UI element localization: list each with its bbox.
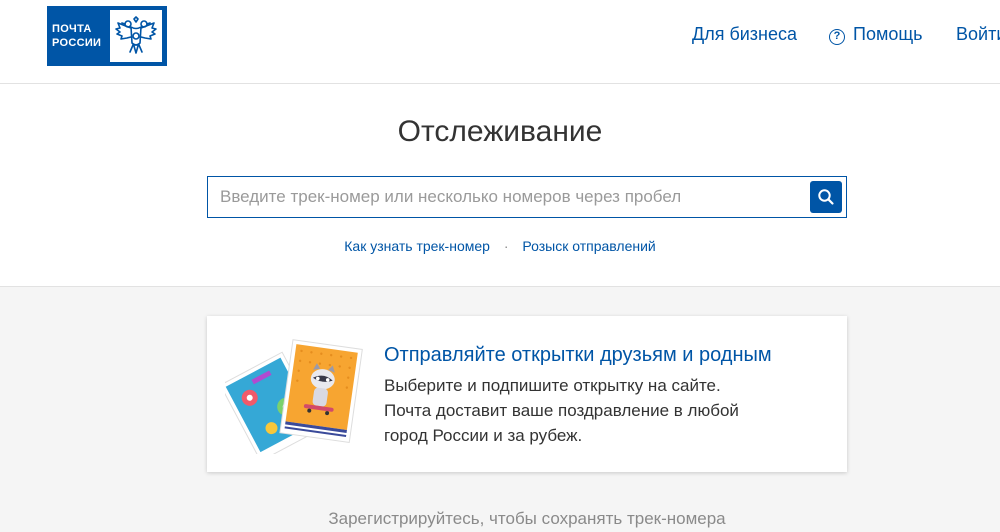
postcards-illustration: [219, 334, 365, 462]
tracking-section: Отслеживание Как узнать трек-номер · Роз…: [0, 84, 1000, 287]
tracking-search-box: [207, 176, 847, 218]
pochta-logo[interactable]: ПОЧТА РОССИИ: [47, 6, 167, 66]
postcard-promo-card[interactable]: Отправляйте открытки друзьям и родным Вы…: [207, 316, 847, 472]
register-prompt[interactable]: Зарегистрируйтесь, чтобы сохранять трек-…: [0, 509, 1000, 529]
nav-login-link[interactable]: Войти: [956, 24, 1000, 44]
logo-line-1: ПОЧТА: [52, 23, 92, 35]
logo-wordmark: ПОЧТА РОССИИ: [47, 6, 103, 66]
question-circle-icon: ?: [829, 29, 845, 45]
promo-title-link[interactable]: Отправляйте открытки друзьям и родным: [384, 343, 772, 367]
page-title: Отслеживание: [397, 115, 603, 148]
eagle-emblem-icon: [109, 9, 163, 63]
promo-description: Выберите и подпишите открытку на сайте. …: [384, 373, 824, 448]
nav-business-link[interactable]: Для бизнеса: [692, 24, 797, 44]
nav-help-link[interactable]: ? Помощь: [829, 24, 923, 45]
promo-line: Почта доставит ваше поздравление в любой: [384, 401, 739, 420]
how-to-find-track-link[interactable]: Как узнать трек-номер: [344, 238, 490, 254]
tracking-help-links: Как узнать трек-номер · Розыск отправлен…: [0, 237, 1000, 255]
magnifier-icon: [818, 189, 834, 205]
promo-line: Выберите и подпишите открытку на сайте.: [384, 376, 721, 395]
link-separator: ·: [503, 238, 509, 254]
track-number-input[interactable]: [208, 177, 808, 217]
shipment-search-link[interactable]: Розыск отправлений: [522, 238, 655, 254]
site-header: ПОЧТА РОССИИ Для бизнеса ? Помощь Войт: [0, 0, 1000, 84]
search-button[interactable]: [810, 181, 842, 213]
promo-line: город России и за рубеж.: [384, 426, 583, 445]
logo-line-2: РОССИИ: [52, 37, 102, 49]
nav-help-label: Помощь: [853, 24, 923, 44]
